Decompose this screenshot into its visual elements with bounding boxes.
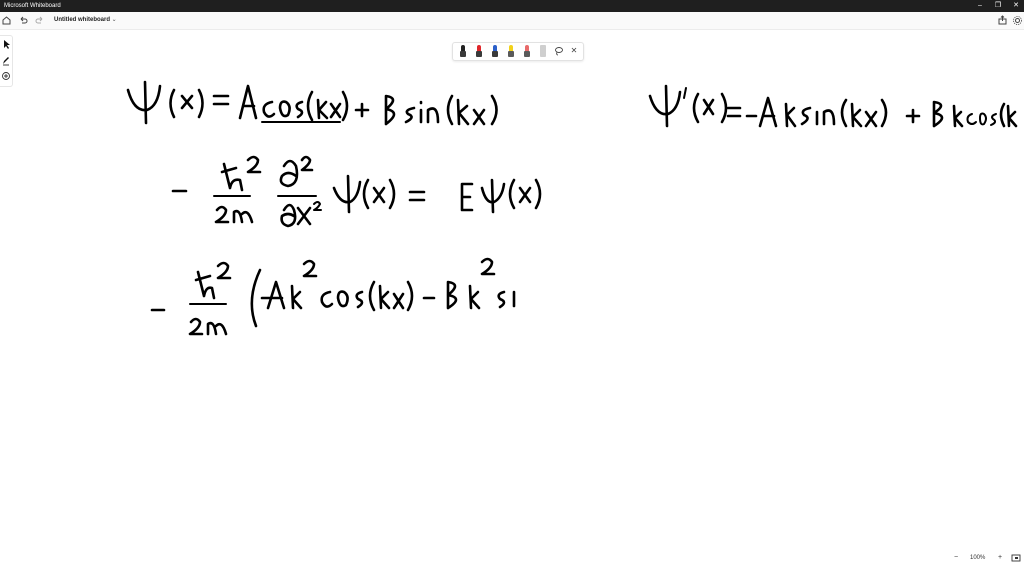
close-window-button[interactable]: ✕ <box>1006 0 1024 12</box>
ink-equation-substitution <box>150 257 516 336</box>
ink-equation-psi-prime <box>648 84 1018 128</box>
chevron-down-icon[interactable]: ⌄ <box>112 17 117 23</box>
home-icon[interactable] <box>1 15 12 26</box>
minimize-button[interactable]: – <box>970 0 990 12</box>
ink-layer <box>126 80 1018 336</box>
minimap-icon[interactable] <box>1010 552 1022 564</box>
zoom-out-button[interactable]: − <box>950 552 962 564</box>
app-toolbar: Untitled whiteboard ⌄ <box>0 12 1024 30</box>
window-title: Microsoft Whiteboard <box>4 3 61 9</box>
redo-icon[interactable] <box>34 15 45 26</box>
undo-icon[interactable] <box>18 15 29 26</box>
ink-equation-psi <box>126 80 498 126</box>
zoom-controls: − 100% + <box>940 552 1024 564</box>
restore-button[interactable]: ❐ <box>988 0 1008 12</box>
ink-equation-schrodinger <box>171 155 542 228</box>
share-icon[interactable] <box>997 15 1008 26</box>
whiteboard-canvas[interactable] <box>0 30 1024 550</box>
gear-icon[interactable] <box>1012 15 1023 26</box>
window-titlebar: Microsoft Whiteboard – ❐ ✕ <box>0 0 1024 12</box>
zoom-level: 100% <box>970 555 986 561</box>
document-title-label: Untitled whiteboard <box>54 17 110 23</box>
document-title[interactable]: Untitled whiteboard ⌄ <box>54 12 117 29</box>
zoom-in-button[interactable]: + <box>994 552 1006 564</box>
